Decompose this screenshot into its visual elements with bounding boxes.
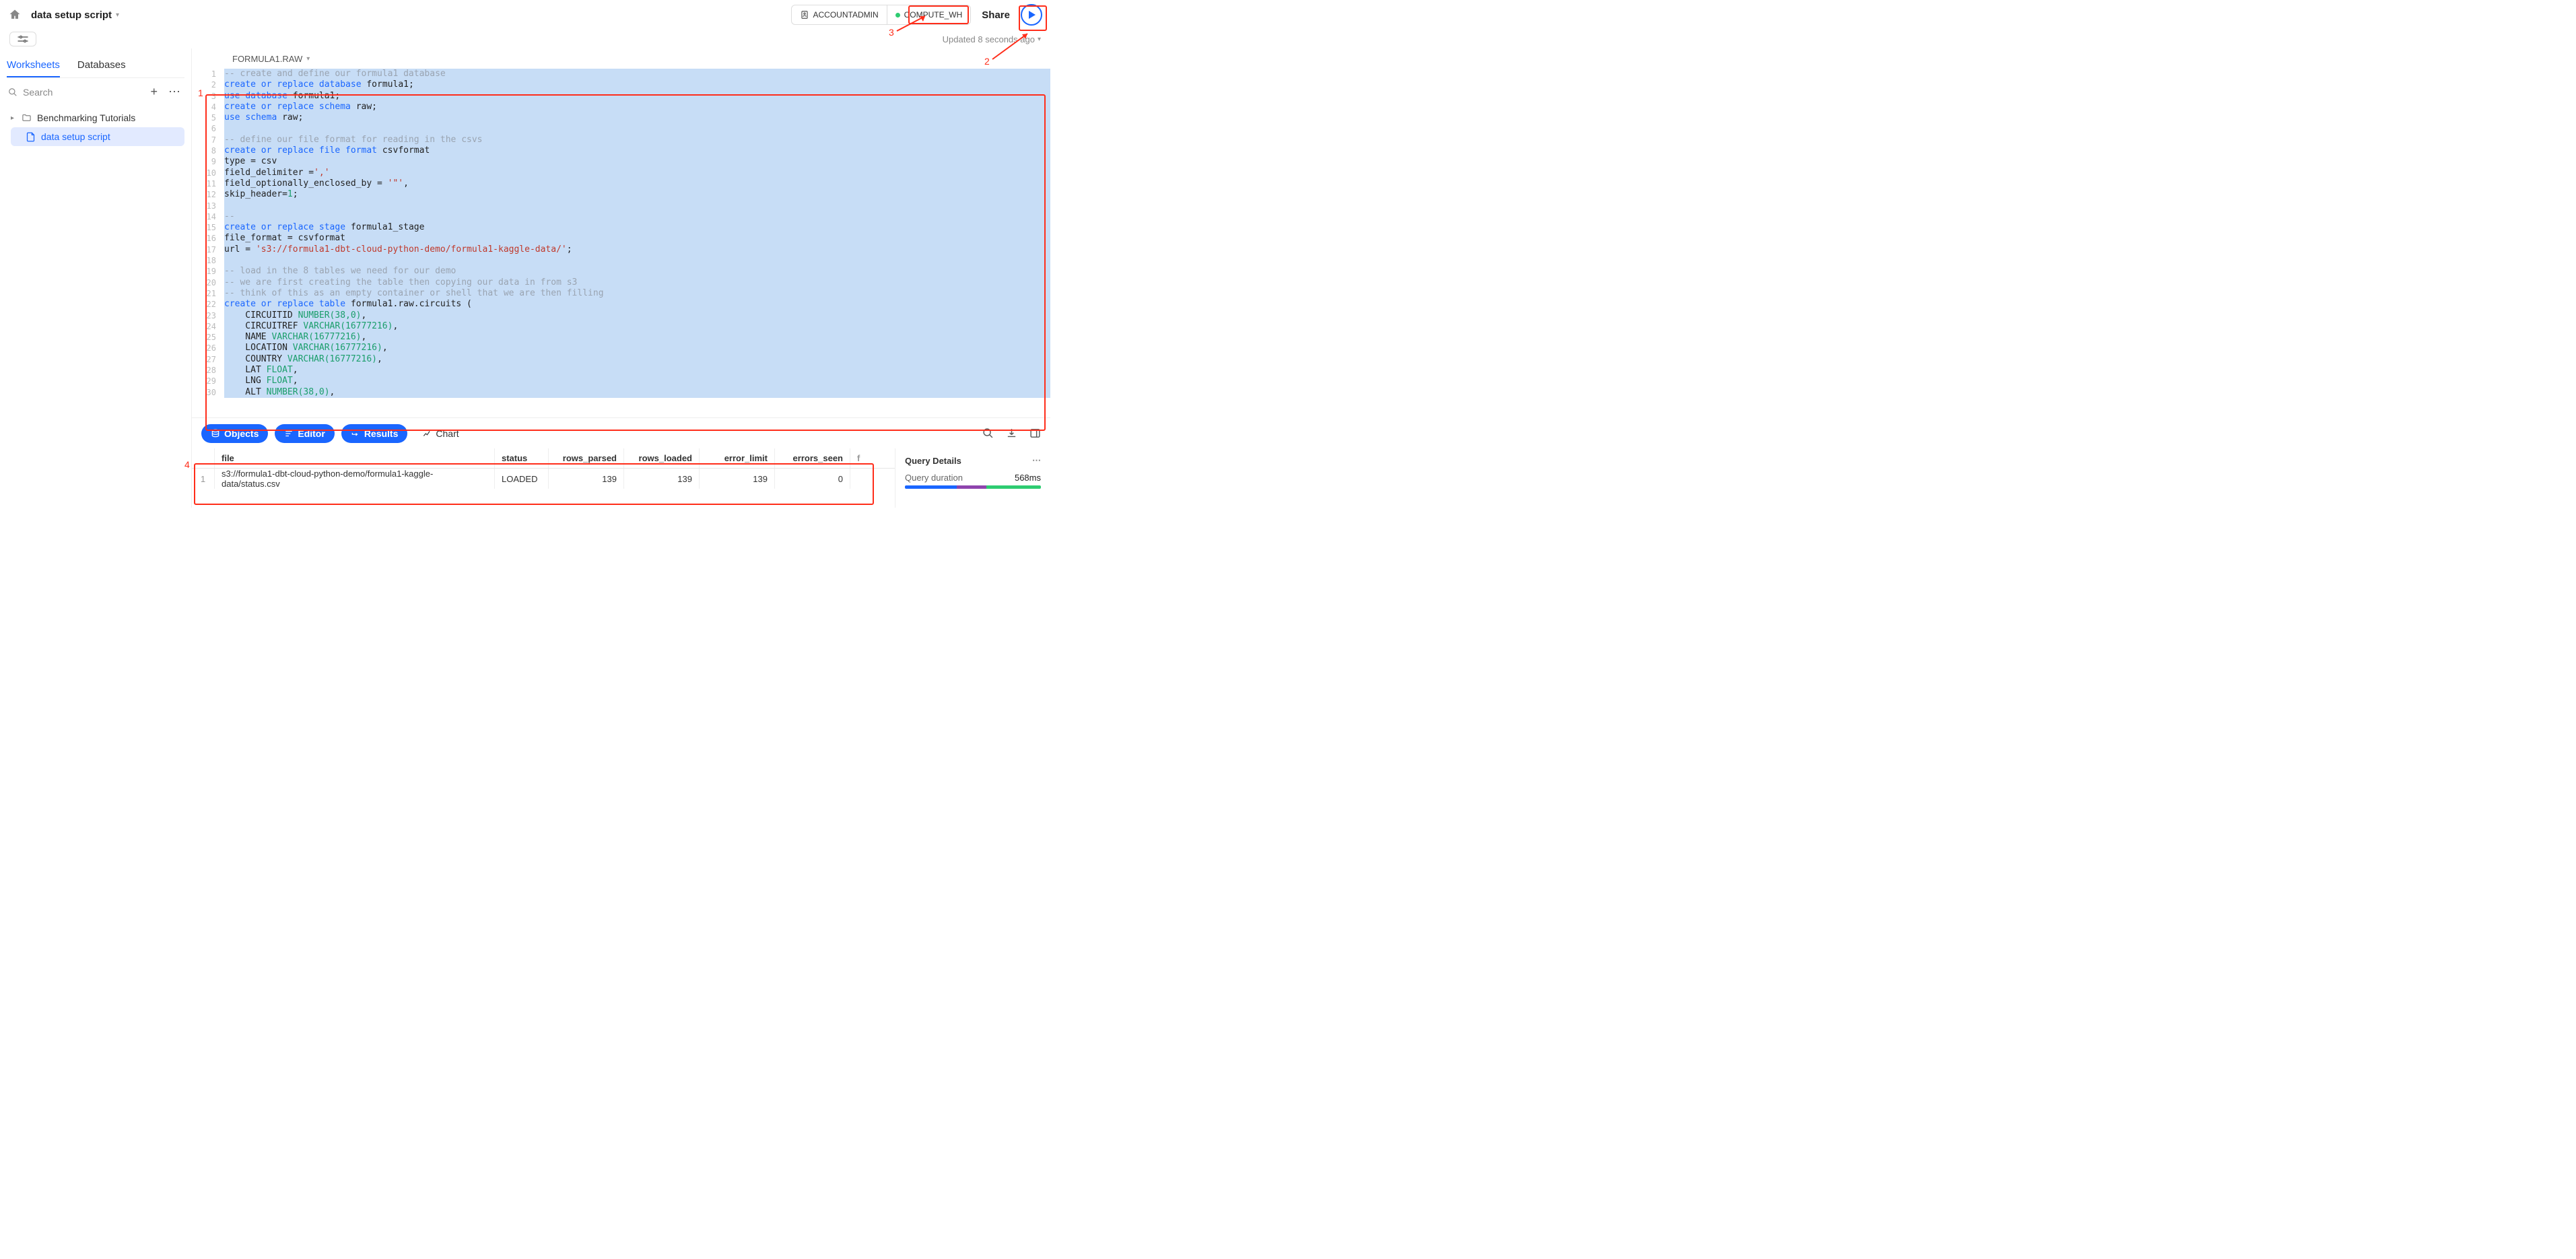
table-header: file status rows_parsed rows_loaded erro… <box>192 448 895 469</box>
tree-item-label: Benchmarking Tutorials <box>37 112 135 123</box>
query-details-title: Query Details <box>905 456 961 466</box>
sidebar-tabs: Worksheets Databases <box>7 54 184 78</box>
folder-benchmarking[interactable]: ▸ Benchmarking Tutorials <box>7 108 184 127</box>
database-icon <box>211 429 220 438</box>
col-errors-seen[interactable]: errors_seen <box>775 448 850 468</box>
sliders-icon <box>17 35 29 43</box>
context-selector: ACCOUNTADMIN COMPUTE_WH <box>791 5 972 25</box>
list-icon <box>284 429 294 438</box>
share-button[interactable]: Share <box>978 7 1014 24</box>
tree-item-label: data setup script <box>41 131 110 142</box>
col-rows-parsed[interactable]: rows_parsed <box>549 448 624 468</box>
editor-area: FORMULA1.RAW ▾ 1234567891011121314151617… <box>192 48 1050 508</box>
add-button[interactable]: + <box>147 85 160 99</box>
role-selector[interactable]: ACCOUNTADMIN <box>792 5 887 24</box>
settings-button[interactable] <box>9 32 36 46</box>
file-data-setup-script[interactable]: data setup script <box>11 127 184 146</box>
chevron-down-icon: ▾ <box>116 11 119 19</box>
warehouse-selector[interactable]: COMPUTE_WH <box>887 5 971 24</box>
results-pane: file status rows_parsed rows_loaded erro… <box>192 448 1050 508</box>
caret-icon: ▸ <box>11 114 16 122</box>
folder-icon <box>22 113 32 123</box>
file-icon <box>26 132 36 142</box>
play-icon <box>1029 11 1036 19</box>
editor-tab[interactable]: Editor <box>275 424 334 443</box>
chevron-down-icon: ▾ <box>1038 36 1041 43</box>
db-context-bar[interactable]: FORMULA1.RAW ▾ <box>192 48 1050 69</box>
role-label: ACCOUNTADMIN <box>813 10 879 20</box>
duration-value: 568ms <box>1015 473 1041 483</box>
toolbar-row: Updated 8 seconds ago ▾ <box>0 30 1050 48</box>
db-schema-label: FORMULA1.RAW <box>232 54 302 64</box>
tab-worksheets[interactable]: Worksheets <box>7 54 60 77</box>
code-editor[interactable]: 1234567891011121314151617181920212223242… <box>192 69 1050 417</box>
row-index: 1 <box>192 469 215 489</box>
search-results-icon[interactable] <box>982 428 994 439</box>
worksheet-tree: ▸ Benchmarking Tutorials data setup scri… <box>7 106 184 146</box>
panel-icon[interactable] <box>1029 428 1041 439</box>
run-button[interactable] <box>1021 4 1042 26</box>
download-icon[interactable] <box>1006 428 1017 439</box>
more-icon[interactable]: ⋯ <box>1032 455 1041 466</box>
col-truncated: f <box>850 448 864 468</box>
query-details-panel: Query Details ⋯ Query duration 568ms <box>895 448 1050 508</box>
warehouse-label: COMPUTE_WH <box>904 10 963 20</box>
code-lines[interactable]: -- create and define our formula1 databa… <box>224 69 1050 398</box>
col-rows-loaded[interactable]: rows_loaded <box>624 448 700 468</box>
updated-timestamp[interactable]: Updated 8 seconds ago ▾ <box>943 34 1041 44</box>
worksheet-title: data setup script <box>31 9 112 21</box>
line-gutter: 1234567891011121314151617181920212223242… <box>192 69 224 398</box>
cell-status: LOADED <box>495 469 549 489</box>
col-status[interactable]: status <box>495 448 549 468</box>
cell-rows-loaded: 139 <box>624 469 700 489</box>
cell-rows-parsed: 139 <box>549 469 624 489</box>
results-toolbar: Objects Editor Results Chart <box>192 417 1050 448</box>
cell-file: s3://formula1-dbt-cloud-python-demo/form… <box>215 469 495 489</box>
cell-error-limit: 139 <box>700 469 775 489</box>
chart-icon <box>422 429 432 438</box>
search-icon <box>8 88 18 97</box>
col-error-limit[interactable]: error_limit <box>700 448 775 468</box>
duration-label: Query duration <box>905 473 963 483</box>
results-table: file status rows_parsed rows_loaded erro… <box>192 448 895 508</box>
col-file[interactable]: file <box>215 448 495 468</box>
home-icon[interactable] <box>8 8 22 22</box>
worksheet-title-dropdown[interactable]: data setup script ▾ <box>31 9 119 21</box>
duration-bar <box>905 485 1041 489</box>
chart-tab[interactable]: Chart <box>414 424 467 443</box>
return-icon <box>351 429 360 438</box>
topbar: data setup script ▾ ACCOUNTADMIN COMPUTE… <box>0 0 1050 30</box>
sidebar: Worksheets Databases Search + ⋯ ▸ Benchm… <box>0 48 192 508</box>
warehouse-status-dot <box>895 13 900 18</box>
role-icon <box>800 10 809 20</box>
table-row[interactable]: 1 s3://formula1-dbt-cloud-python-demo/fo… <box>192 469 895 489</box>
results-tab[interactable]: Results <box>341 424 408 443</box>
chevron-down-icon: ▾ <box>306 55 310 63</box>
tab-databases[interactable]: Databases <box>77 54 126 77</box>
cell-errors-seen: 0 <box>775 469 850 489</box>
more-button[interactable]: ⋯ <box>166 85 183 99</box>
search-row: Search + ⋯ <box>7 78 184 106</box>
search-input[interactable]: Search <box>23 87 142 98</box>
objects-tab[interactable]: Objects <box>201 424 268 443</box>
